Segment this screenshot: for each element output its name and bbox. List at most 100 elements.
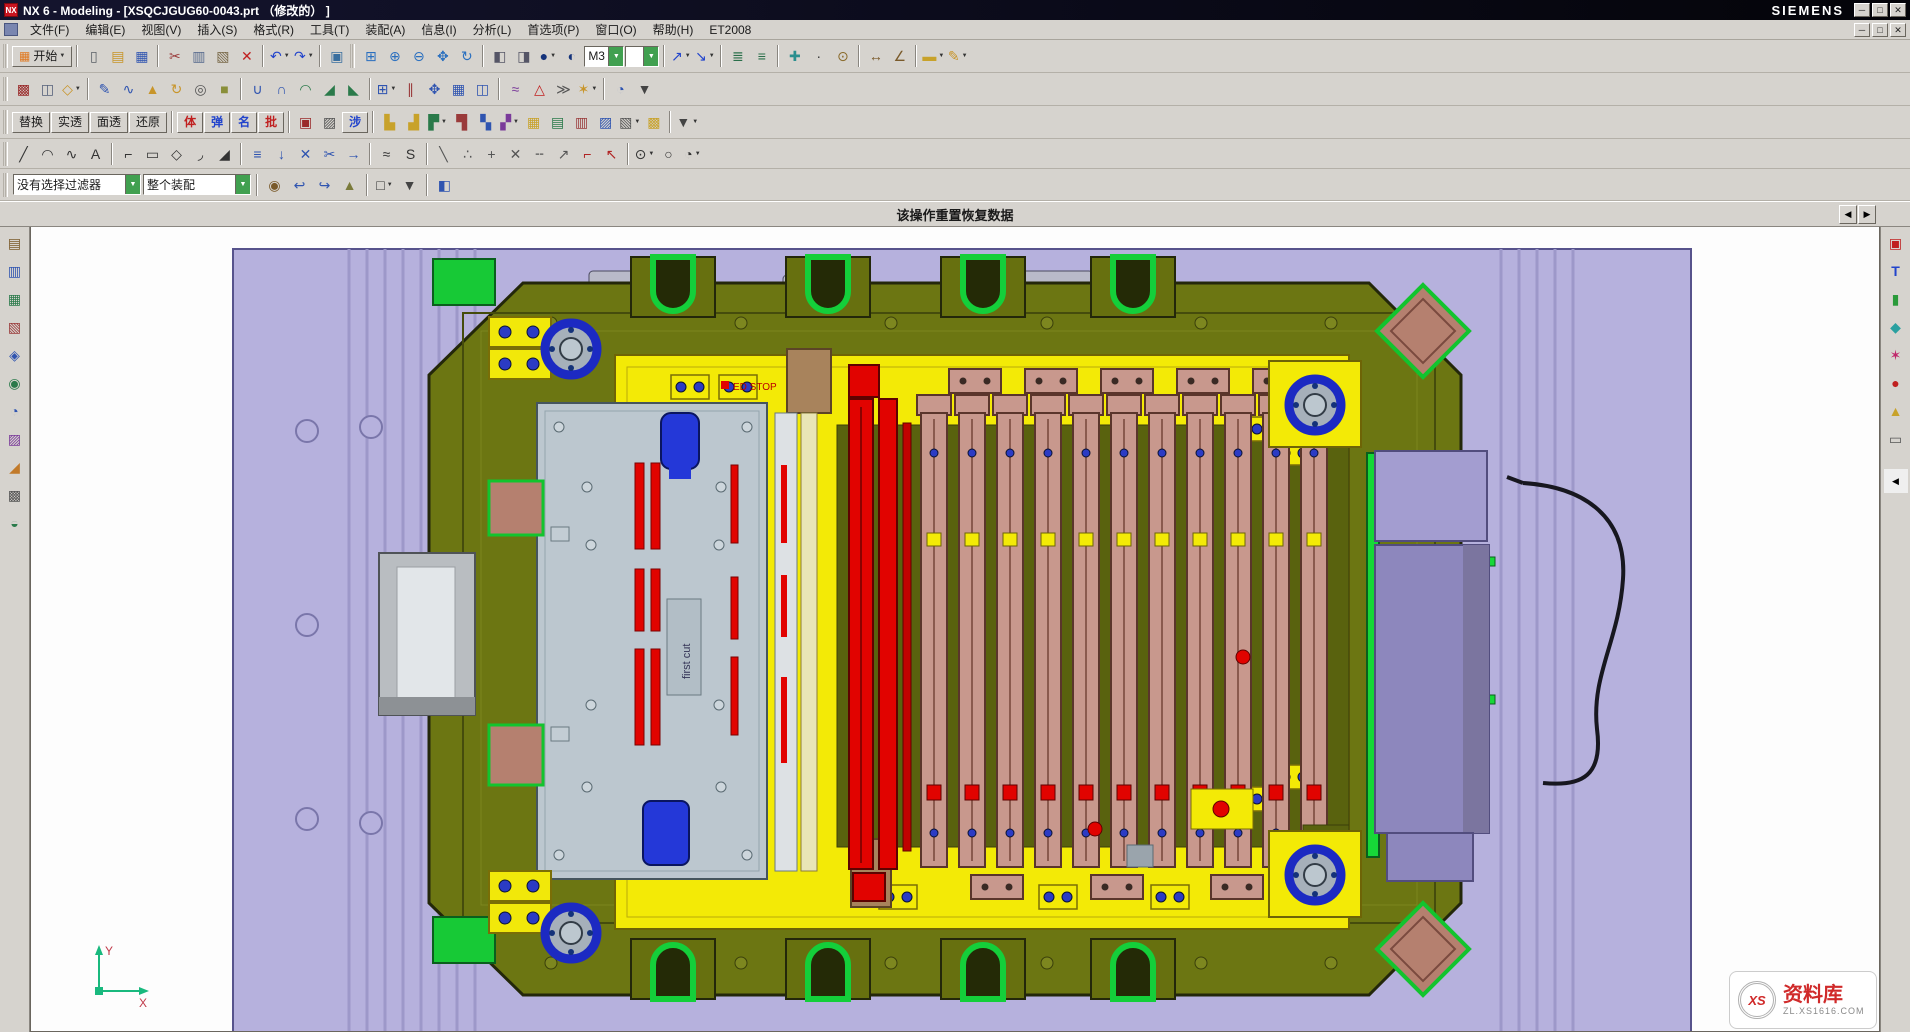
green-bar-tool-tab[interactable]: ▮ [1884, 287, 1908, 311]
profile-button[interactable]: ⌐ [117, 142, 140, 165]
menu-preferences[interactable]: 首选项(P) [519, 19, 587, 40]
toolbar-grip[interactable] [3, 77, 8, 101]
mold-pocket-button-dropdown[interactable]: ▼ [513, 119, 519, 125]
redo-button[interactable]: ↷▼ [292, 45, 315, 68]
intersect-curve-button[interactable]: ✕ [294, 142, 317, 165]
mold-wizard-dropdown-dropdown[interactable]: ▼ [692, 119, 698, 125]
mold-slider-button[interactable]: ▤ [546, 111, 569, 134]
batch-tool-button[interactable]: 批 [258, 112, 284, 133]
shaded-with-edges-button-dropdown[interactable]: ▼ [550, 53, 556, 59]
doc-restore-button[interactable]: □ [1872, 23, 1888, 37]
circle-center-button-dropdown[interactable]: ▼ [648, 151, 654, 157]
manufacturing-wizard-tab[interactable]: ▩ [3, 483, 27, 507]
offset-curve-button[interactable]: ≡ [246, 142, 269, 165]
mold-electrode-button[interactable]: ▥ [570, 111, 593, 134]
toolbar-grip[interactable] [3, 110, 8, 134]
system-materials-tab[interactable]: ▨ [3, 427, 27, 451]
key-navigator-tab[interactable]: ▣ [1884, 231, 1908, 255]
text-button[interactable]: A [84, 142, 107, 165]
subtract-button[interactable]: ∩ [270, 78, 293, 101]
doc-minimize-button[interactable]: ─ [1854, 23, 1870, 37]
menu-analysis[interactable]: 分析(L) [465, 19, 520, 40]
rectangle-select-button-dropdown[interactable]: ▼ [387, 182, 393, 188]
menu-format[interactable]: 格式(R) [245, 19, 302, 40]
point-set-button[interactable]: ∴ [456, 142, 479, 165]
mold-view-manager-button-dropdown[interactable]: ▼ [634, 119, 640, 125]
mold-trim-button-dropdown[interactable]: ▼ [441, 119, 447, 125]
fit-view-button[interactable]: ⊞ [359, 45, 382, 68]
right-purple-blocks[interactable] [1367, 451, 1495, 881]
show-and-hide-button-dropdown[interactable]: ▼ [685, 53, 691, 59]
cross-point-button[interactable]: ✕ [504, 142, 527, 165]
plus-point-button[interactable]: + [480, 142, 503, 165]
block-button[interactable]: ■ [213, 78, 236, 101]
menu-et2008[interactable]: ET2008 [701, 21, 759, 39]
exploded-view-button[interactable]: ✶▼ [576, 78, 599, 101]
mold-cavity-button[interactable]: ▙ [378, 111, 401, 134]
ruler-button[interactable]: ▬▼ [921, 45, 945, 68]
hd3d-tools-tab[interactable]: ◈ [3, 343, 27, 367]
toolbar-grip[interactable] [3, 44, 8, 68]
face-analysis-button[interactable]: ◐ [560, 45, 583, 68]
unite-button[interactable]: ∪ [246, 78, 269, 101]
undo-button-dropdown[interactable]: ▼ [284, 53, 290, 59]
cut-button[interactable]: ✂ [163, 45, 186, 68]
minimize-button[interactable]: ─ [1854, 3, 1870, 17]
replace-button[interactable]: 替换 [12, 112, 50, 133]
edit-display-button[interactable]: ◔ [609, 78, 632, 101]
capture-image-button[interactable]: ▣ [325, 45, 348, 68]
selection-scope-combo-arrow[interactable]: ▼ [235, 175, 250, 194]
mold-core-button[interactable]: ▟ [402, 111, 425, 134]
annotation-button-dropdown[interactable]: ▼ [962, 53, 968, 59]
menu-file[interactable]: 文件(F) [22, 19, 77, 40]
punch-strips[interactable] [917, 369, 1349, 899]
watermark[interactable]: XS 资料库 ZL.XS1616.COM [1729, 971, 1877, 1029]
trim-curve-button[interactable]: ✂ [318, 142, 341, 165]
paste-button[interactable]: ▧ [211, 45, 234, 68]
wcs-dynamics-button[interactable]: ✚ [783, 45, 806, 68]
text-tool-tab[interactable]: T [1884, 259, 1908, 283]
shaded-with-edges-button[interactable]: ●▼ [536, 45, 559, 68]
line-button[interactable]: ╱ [12, 142, 35, 165]
menu-assemblies[interactable]: 装配(A) [357, 19, 413, 40]
open-file-button[interactable]: ▤ [106, 45, 129, 68]
corner-button[interactable]: ⌐ [576, 142, 599, 165]
menu-tools[interactable]: 工具(T) [302, 19, 357, 40]
selection-scope-combo[interactable]: 整个装配▼ [143, 174, 251, 195]
point-dialog-button[interactable]: ⊙ [831, 45, 854, 68]
menu-edit[interactable]: 编辑(E) [77, 19, 133, 40]
revolve-button[interactable]: ↻ [165, 78, 188, 101]
ruler-button-dropdown[interactable]: ▼ [938, 53, 944, 59]
measure-angle-button[interactable]: ∠ [888, 45, 911, 68]
selection-filter-combo-arrow[interactable]: ▼ [125, 175, 140, 194]
selection-filter-combo[interactable]: 没有选择过滤器▼ [13, 174, 141, 195]
mold-insert-button[interactable]: ▚ [474, 111, 497, 134]
toolbar-grip[interactable] [350, 44, 355, 68]
assembly-constraints-button[interactable]: ∥ [399, 78, 422, 101]
save-button[interactable]: ▦ [130, 45, 153, 68]
studio-spline-button[interactable]: ≈ [375, 142, 398, 165]
circle-button[interactable]: ○ [657, 142, 680, 165]
measure-distance-button[interactable]: ↔ [864, 45, 887, 68]
wave-geometry-button[interactable]: ≈ [504, 78, 527, 101]
mold-tools-button[interactable]: ▩ [642, 111, 665, 134]
sequence-button[interactable]: ≫ [552, 78, 575, 101]
toolbar-grip[interactable] [3, 142, 8, 166]
polygon-button[interactable]: ◇ [165, 142, 188, 165]
part-navigator-tab[interactable]: ▦ [3, 287, 27, 311]
trim-body-button[interactable]: ◣ [342, 78, 365, 101]
hide-button[interactable]: ↘▼ [693, 45, 716, 68]
gold-tool-tab[interactable]: ▲ [1884, 399, 1908, 423]
document-system-icon[interactable] [4, 23, 18, 36]
mold-trim-button[interactable]: ▛▼ [426, 111, 449, 134]
highlight-button[interactable]: ▲ [338, 173, 361, 196]
doc-close-button[interactable]: ✕ [1890, 23, 1906, 37]
sketch-button[interactable]: ✎ [93, 78, 116, 101]
hide-button-dropdown[interactable]: ▼ [709, 53, 715, 59]
view-background-combo[interactable]: ▼ [625, 46, 659, 67]
red-dot-tool-tab[interactable]: ● [1884, 371, 1908, 395]
resource-collapse-button[interactable]: ◀ [1884, 469, 1908, 493]
graphics-viewport[interactable]: ED STOP [30, 227, 1880, 1032]
spring-tool-button[interactable]: 弹 [204, 112, 230, 133]
render-style-combo[interactable]: M3▼ [584, 46, 624, 67]
